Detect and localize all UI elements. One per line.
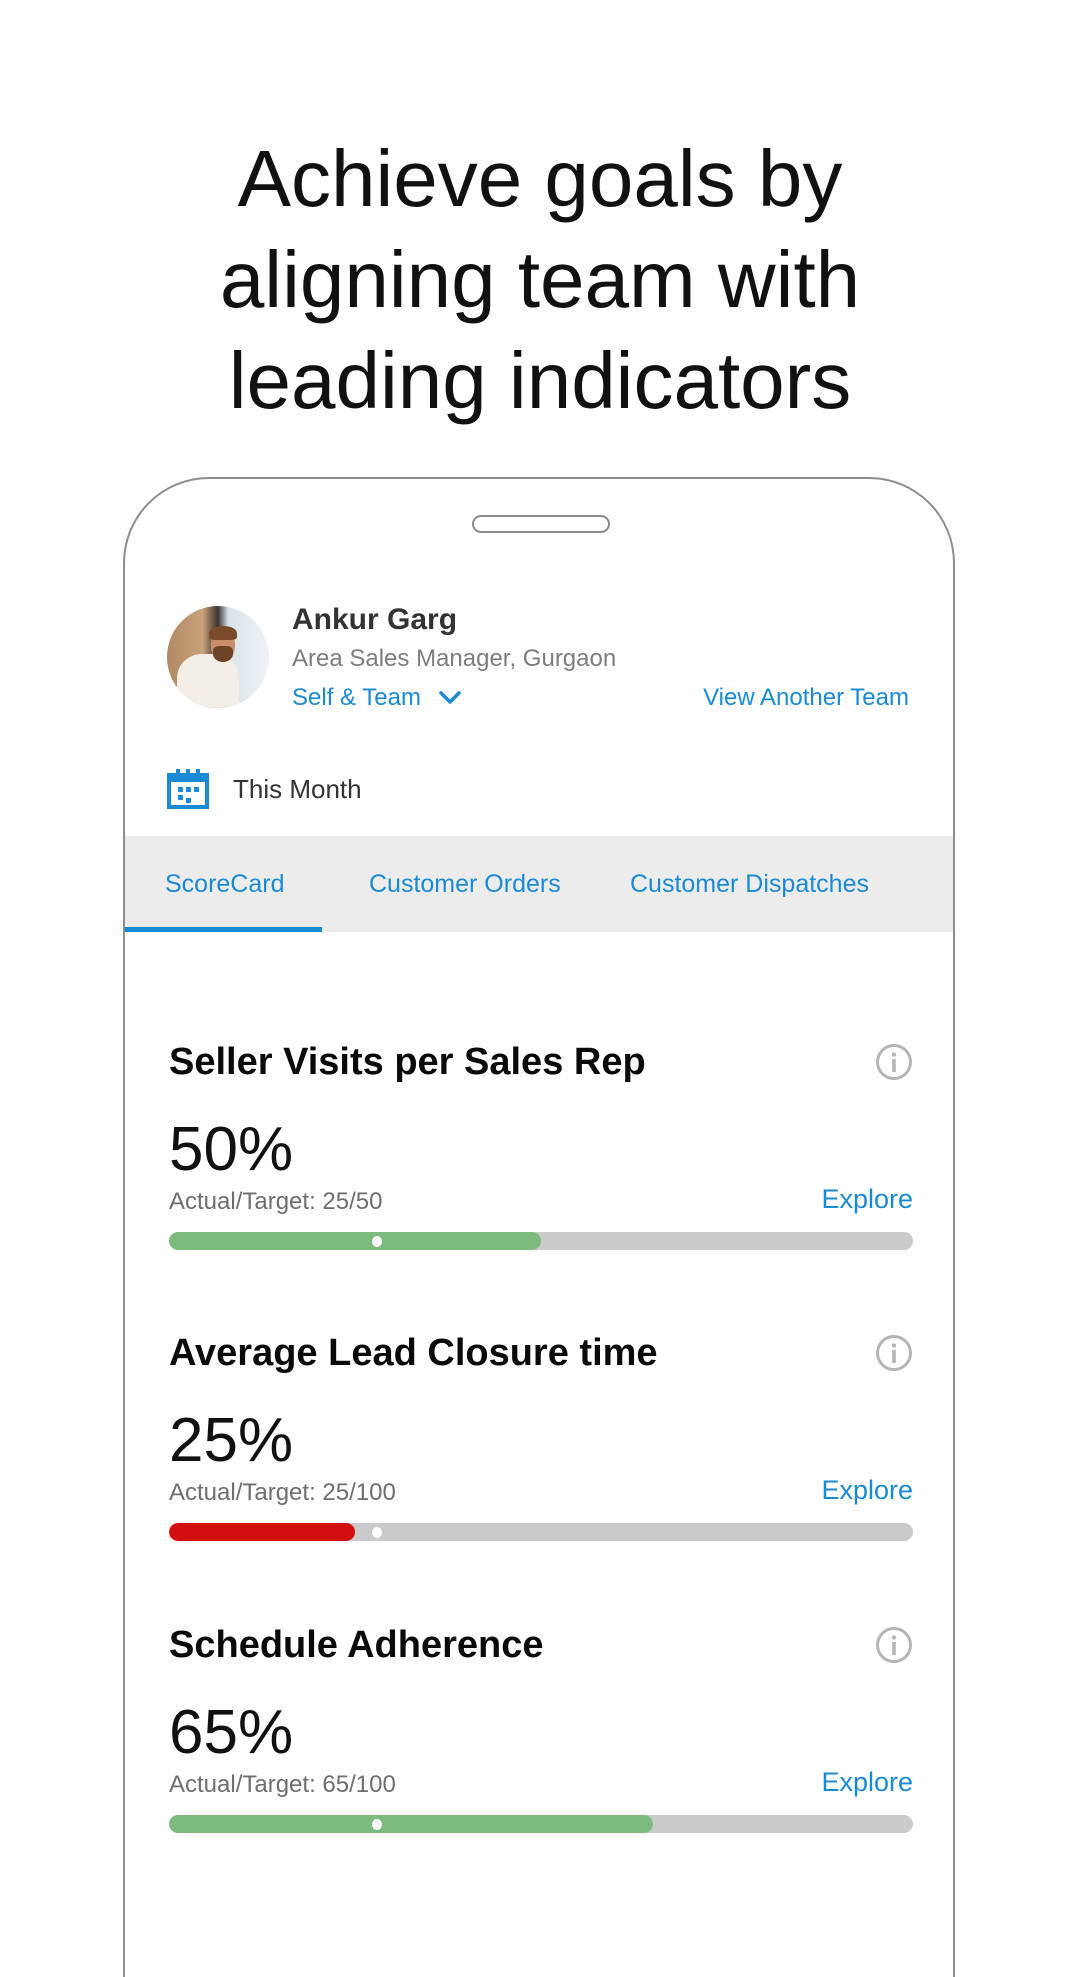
info-icon[interactable] <box>875 1043 913 1081</box>
headline-line: Achieve goals by <box>237 134 843 223</box>
period-label: This Month <box>233 773 362 804</box>
info-icon[interactable] <box>875 1626 913 1664</box>
info-icon[interactable] <box>875 1334 913 1372</box>
progress-fill <box>169 1232 541 1250</box>
metric-card: Seller Visits per Sales Rep 50% Actual/T… <box>169 1039 913 1309</box>
metric-card: Average Lead Closure time 25% Actual/Tar… <box>169 1330 913 1600</box>
avatar[interactable] <box>167 606 269 708</box>
tab-scorecard[interactable]: ScoreCard <box>125 836 322 932</box>
phone-speaker <box>472 515 610 533</box>
explore-link[interactable]: Explore <box>821 1184 913 1215</box>
headline-line: aligning team with <box>219 235 861 324</box>
period-selector[interactable]: This Month <box>167 769 362 809</box>
metric-percent: 25% <box>169 1406 294 1475</box>
metric-ratio: Actual/Target: 65/100 <box>169 1771 396 1798</box>
chevron-down-icon <box>439 691 461 704</box>
scope-selected-label: Self & Team <box>292 684 421 711</box>
metric-ratio: Actual/Target: 25/50 <box>169 1188 383 1215</box>
metric-title: Seller Visits per Sales Rep <box>169 1041 646 1083</box>
scope-dropdown[interactable]: Self & Team <box>292 684 461 712</box>
progress-bar <box>169 1815 913 1833</box>
phone-frame: Ankur Garg Area Sales Manager, Gurgaon S… <box>123 477 955 1977</box>
marketing-headline: Achieve goals by aligning team with lead… <box>0 128 1080 431</box>
progress-bar <box>169 1232 913 1250</box>
metric-ratio: Actual/Target: 25/100 <box>169 1479 396 1506</box>
progress-fill <box>169 1523 355 1541</box>
view-another-team-link[interactable]: View Another Team <box>703 684 909 712</box>
tab-bar: ScoreCard Customer Orders Customer Dispa… <box>125 836 953 932</box>
user-role: Area Sales Manager, Gurgaon <box>292 645 617 672</box>
headline-line: leading indicators <box>228 336 852 425</box>
explore-link[interactable]: Explore <box>821 1767 913 1798</box>
metric-title: Schedule Adherence <box>169 1624 544 1666</box>
progress-fill <box>169 1815 653 1833</box>
tab-customer-orders[interactable]: Customer Orders <box>322 836 596 932</box>
metric-title: Average Lead Closure time <box>169 1332 658 1374</box>
metric-percent: 50% <box>169 1115 294 1184</box>
metric-percent: 65% <box>169 1698 294 1767</box>
tab-customer-dispatches[interactable]: Customer Dispatches <box>596 836 869 932</box>
user-name: Ankur Garg <box>292 603 458 636</box>
explore-link[interactable]: Explore <box>821 1475 913 1506</box>
expected-progress-marker <box>372 1527 383 1538</box>
metric-card: Schedule Adherence 65% Actual/Target: 65… <box>169 1622 913 1892</box>
calendar-icon <box>167 769 209 809</box>
progress-bar <box>169 1523 913 1541</box>
